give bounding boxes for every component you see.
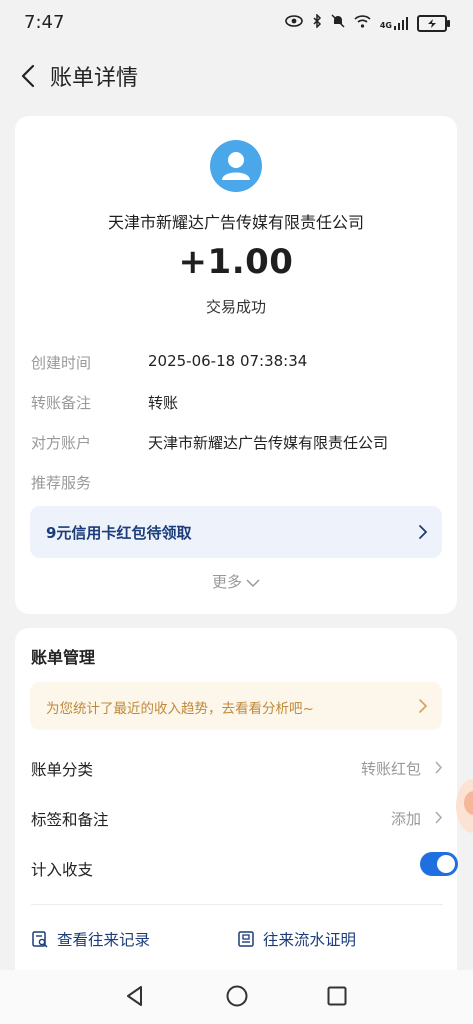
page-title: 账单详情 xyxy=(50,66,139,91)
status-icons: 4G xyxy=(285,13,450,32)
counterparty-name: 天津市新耀达广告传媒有限责任公司 xyxy=(107,213,364,232)
chevron-down-icon xyxy=(246,574,260,592)
page-header: 账单详情 xyxy=(0,48,473,104)
statement-proof-link[interactable]: 往来流水证明 xyxy=(237,928,356,950)
section-title: 账单管理 xyxy=(31,648,96,667)
signal-icon: 4G xyxy=(379,16,408,30)
tags-notes-row[interactable]: 标签和备注 添加 xyxy=(31,804,443,834)
chevron-right-icon xyxy=(434,760,443,779)
transaction-amount: +1.00 xyxy=(178,242,294,282)
detail-value: 转账 xyxy=(148,394,179,412)
chevron-left-icon xyxy=(21,64,35,88)
status-time: 7:47 xyxy=(24,12,65,33)
floating-assistant-button[interactable] xyxy=(456,779,473,833)
network-type: 4G xyxy=(379,20,392,30)
triangle-back-icon xyxy=(127,986,142,1006)
detail-label: 推荐服务 xyxy=(31,474,92,492)
detail-label: 转账备注 xyxy=(31,394,92,412)
credit-card-promo-banner[interactable]: 9元信用卡红包待领取 xyxy=(30,506,442,558)
include-in-income-label: 计入收支 xyxy=(31,861,94,879)
mute-bell-icon xyxy=(331,14,345,32)
user-icon xyxy=(222,152,250,180)
view-records-label: 查看往来记录 xyxy=(57,931,151,949)
chevron-right-icon xyxy=(418,524,428,544)
income-trend-tip[interactable]: 为您统计了最近的收入趋势，去看看分析吧~ xyxy=(30,682,442,730)
detail-label: 对方账户 xyxy=(31,434,92,452)
bill-management-card: 账单管理 为您统计了最近的收入趋势，去看看分析吧~ 账单分类 转账红包 标签和备… xyxy=(15,628,458,978)
nav-back-button[interactable] xyxy=(122,983,148,1009)
include-in-income-toggle[interactable] xyxy=(420,852,458,876)
divider xyxy=(31,904,443,905)
detail-label: 创建时间 xyxy=(31,354,92,372)
tags-notes-value: 添加 xyxy=(390,810,421,828)
chevron-right-icon xyxy=(418,698,428,718)
bill-category-value: 转账红包 xyxy=(360,760,421,778)
more-button[interactable]: 更多 xyxy=(15,571,457,592)
detail-value: 天津市新耀达广告传媒有限责任公司 xyxy=(148,434,389,452)
chevron-right-icon xyxy=(434,810,443,829)
statement-proof-label: 往来流水证明 xyxy=(263,931,357,949)
back-button[interactable] xyxy=(16,60,44,92)
system-nav-bar xyxy=(0,970,473,1024)
circle-home-icon xyxy=(226,985,248,1007)
tags-notes-label: 标签和备注 xyxy=(31,811,109,829)
eye-icon xyxy=(285,15,303,31)
search-records-icon xyxy=(32,931,48,948)
counterparty-avatar xyxy=(210,140,262,192)
transaction-status: 交易成功 xyxy=(205,298,266,316)
tip-text: 为您统计了最近的收入趋势，去看看分析吧~ xyxy=(46,701,314,717)
detail-value: 2025-06-18 07:38:34 xyxy=(148,352,308,370)
more-label: 更多 xyxy=(211,573,242,591)
status-bar: 7:47 4G xyxy=(0,0,473,44)
nav-home-button[interactable] xyxy=(224,983,250,1009)
include-in-income-row: 计入收支 xyxy=(31,852,458,884)
battery-icon xyxy=(417,14,450,32)
wifi-icon xyxy=(354,14,371,32)
promo-text: 9元信用卡红包待领取 xyxy=(46,524,192,542)
transaction-card: 天津市新耀达广告传媒有限责任公司 +1.00 交易成功 创建时间 2025-06… xyxy=(15,116,457,614)
bluetooth-icon xyxy=(312,13,322,32)
view-records-link[interactable]: 查看往来记录 xyxy=(31,928,150,950)
document-icon xyxy=(238,931,254,947)
nav-recents-button[interactable] xyxy=(324,983,350,1009)
bill-category-label: 账单分类 xyxy=(31,761,94,779)
square-recents-icon xyxy=(327,986,347,1006)
bill-category-row[interactable]: 账单分类 转账红包 xyxy=(31,754,443,784)
